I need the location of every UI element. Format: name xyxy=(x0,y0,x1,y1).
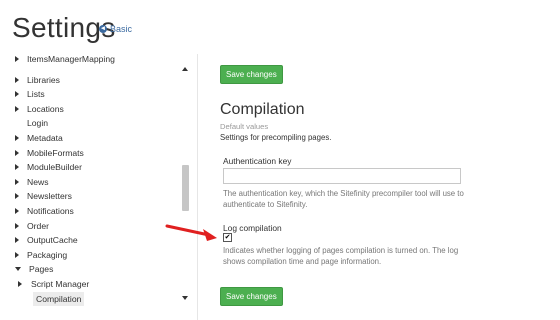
collapsed-caret-icon[interactable] xyxy=(15,193,19,200)
sidebar-item[interactable]: Pages xyxy=(15,262,53,276)
sidebar-item-label: Newsletters xyxy=(27,191,72,202)
collapsed-caret-icon[interactable] xyxy=(15,91,19,98)
basic-mode-link[interactable]: ◂ Basic xyxy=(99,24,132,34)
collapsed-caret-icon[interactable] xyxy=(15,251,19,258)
annotation-arrow-icon xyxy=(165,224,217,241)
switch-mode-icon: ◂ xyxy=(99,25,107,33)
scroll-up-icon[interactable] xyxy=(182,67,188,71)
log-compilation-help: Indicates whether logging of pages compi… xyxy=(223,246,459,266)
sidebar-item[interactable]: Login xyxy=(27,116,48,130)
sidebar-item-label: Compilation xyxy=(36,293,82,304)
sidebar-item-label: Script Manager xyxy=(31,279,90,289)
collapsed-caret-icon[interactable] xyxy=(15,164,19,171)
collapsed-caret-icon[interactable] xyxy=(15,222,19,229)
sidebar-item-label: Notifications xyxy=(27,206,74,216)
sidebar-item[interactable]: Locations xyxy=(15,102,64,116)
sidebar-item-label: Metadata xyxy=(27,133,63,143)
sidebar-item[interactable]: Order xyxy=(15,219,49,233)
save-changes-button-bottom[interactable]: Save changes xyxy=(220,287,283,306)
sidebar-item-label: ItemsManagerMapping xyxy=(27,54,115,64)
sidebar-item-label: Lists xyxy=(27,89,45,100)
authentication-key-label: Authentication key xyxy=(223,156,292,166)
sidebar-item[interactable]: ItemsManagerMapping xyxy=(15,54,115,66)
sidebar-item-label: Pages xyxy=(29,264,54,275)
expanded-caret-icon[interactable] xyxy=(15,267,21,272)
sidebar-item[interactable]: ModuleBuilder xyxy=(15,160,82,174)
collapsed-caret-icon[interactable] xyxy=(15,149,19,156)
section-title: Compilation xyxy=(220,101,305,118)
sidebar-item-label: Libraries xyxy=(27,74,60,85)
sidebar-item[interactable]: Metadata xyxy=(15,131,63,145)
section-subtitle: Default values xyxy=(220,122,269,131)
settings-sidebar: ItemsManagerMapping Libraries Lists Locatio… xyxy=(0,54,196,320)
panel-divider xyxy=(197,54,198,320)
header: Settings ◂ Basic xyxy=(0,0,560,54)
sidebar-item[interactable]: Packaging xyxy=(15,248,67,262)
basic-mode-label: Basic xyxy=(110,24,133,34)
collapsed-caret-icon[interactable] xyxy=(15,178,19,185)
save-changes-button-top[interactable]: Save changes xyxy=(220,65,283,84)
sidebar-item-label: News xyxy=(27,176,49,187)
sidebar-item[interactable]: Libraries xyxy=(15,73,60,87)
authentication-key-input[interactable] xyxy=(223,168,461,184)
collapsed-caret-icon[interactable] xyxy=(15,56,19,62)
sidebar-item[interactable]: Script Manager xyxy=(18,277,89,291)
sidebar-item-label: Login xyxy=(27,118,49,129)
collapsed-caret-icon[interactable] xyxy=(15,105,19,112)
sidebar-item[interactable]: Lists xyxy=(15,87,45,101)
sidebar-item-label: ModuleBuilder xyxy=(27,162,82,173)
sidebar-item-label: Order xyxy=(27,220,49,231)
scrollbar-thumb[interactable] xyxy=(182,165,189,211)
sidebar-item[interactable]: News xyxy=(15,175,49,189)
sidebar-item-label: MobileFormats xyxy=(27,147,84,158)
sidebar-item[interactable]: Newsletters xyxy=(15,189,72,203)
sidebar-item[interactable]: Notifications xyxy=(15,204,74,218)
collapsed-caret-icon[interactable] xyxy=(18,281,22,287)
sidebar-item[interactable]: Compilation xyxy=(33,291,85,306)
authentication-key-help: The authentication key, which the Sitefi… xyxy=(223,189,464,209)
section-description: Settings for precompiling pages. xyxy=(220,133,332,142)
sidebar-item[interactable]: OutputCache xyxy=(15,233,78,247)
log-compilation-label: Log compilation xyxy=(223,223,282,233)
collapsed-caret-icon[interactable] xyxy=(15,208,19,214)
collapsed-caret-icon[interactable] xyxy=(15,135,19,141)
sidebar-item-label: Locations xyxy=(27,103,64,114)
collapsed-caret-icon[interactable] xyxy=(15,237,19,244)
collapsed-caret-icon[interactable] xyxy=(15,76,19,83)
log-compilation-checkbox[interactable]: ✔ xyxy=(223,233,232,242)
sidebar-item-label: Packaging xyxy=(27,249,68,260)
scroll-down-icon[interactable] xyxy=(182,296,188,300)
sidebar-item[interactable]: MobileFormats xyxy=(15,146,84,160)
sidebar-item-label: OutputCache xyxy=(27,235,78,246)
